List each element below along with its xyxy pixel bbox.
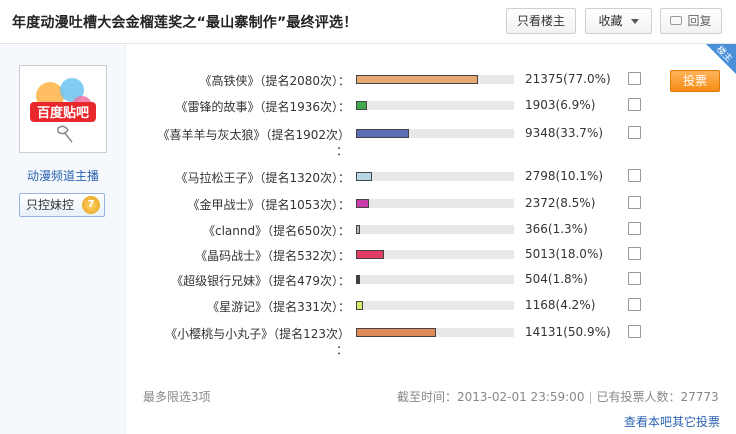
option-label: 《小樱桃与小丸子》（提名123次） [165,327,350,341]
author-panel: 百度贴吧 动漫频道主播 只控妹控 7 [0,45,126,434]
option-checkbox[interactable] [628,169,641,182]
voters-label: 已有投票人数： [596,390,681,404]
post-header: 年度动漫吐槽大会金榴莲奖之“最山寨制作”最终评选！ 只看楼主 收藏 回复 [0,0,736,44]
vote-option-row: 《星游记》（提名331次）： 1168(4.2%) [126,296,666,320]
option-label: 《喜羊羊与灰太狼》（提名1902次） [157,128,350,142]
vote-count: 14131(50.9%) [525,325,611,339]
vote-option-row: 《超级银行兄妹》（提名479次）： 504(1.8%) [126,270,666,294]
percent-bar-track [356,275,514,284]
option-label: 《金甲战士》（提名1053次）： [187,198,350,212]
vote-count: 21375(77.0%) [525,72,611,86]
favorite-button[interactable]: 收藏 [585,8,652,34]
percent-bar-track [356,199,514,208]
percent-bar-track [356,250,514,259]
reply-label: 回复 [687,14,712,28]
percent-bar-fill [356,75,478,84]
vote-option-row: 《clannd》（提名650次）： 366(1.3%) [126,220,666,244]
percent-bar-track [356,328,514,337]
deadline-text: 截至时间：2013-02-01 23:59:00 [397,390,585,404]
label-colon: ： [336,144,349,158]
option-label: 《马拉松王子》（提名1320次）： [175,171,350,185]
percent-bar-track [356,129,514,138]
vote-limit-text: 最多限选3项 [143,390,211,404]
percent-bar-track [356,172,514,181]
post-title: 年度动漫吐槽大会金榴莲奖之“最山寨制作”最终评选！ [12,15,358,31]
option-checkbox[interactable] [628,298,641,311]
percent-bar-fill [356,129,409,138]
percent-bar-fill [356,275,360,284]
option-checkbox[interactable] [628,247,641,260]
percent-bar-fill [356,250,384,259]
favorite-label: 收藏 [598,14,623,28]
vote-count: 2372(8.5%) [525,196,596,210]
option-label: 《超级银行兄妹》（提名479次）： [171,274,350,288]
vote-count: 1903(6.9%) [525,98,596,112]
author-name[interactable]: 动漫频道主播 [0,167,126,184]
member-badge[interactable]: 只控妹控 7 [19,193,105,217]
more-votes-link[interactable]: 查看本吧其它投票 [624,413,720,430]
option-checkbox[interactable] [628,98,641,111]
reply-button[interactable]: 回复 [660,8,722,34]
vote-count: 5013(18.0%) [525,247,604,261]
vote-option-row: 《晶码战士》（提名532次）： 5013(18.0%) [126,245,666,269]
vote-count: 504(1.8%) [525,272,588,286]
option-checkbox[interactable] [628,325,641,338]
vote-option-row: 《高铁侠》（提名2080次）： 21375(77.0%) [126,70,666,94]
percent-bar-track [356,301,514,310]
comment-icon [670,16,683,25]
vote-option-row: 《小樱桃与小丸子》（提名123次） ： 14131(50.9%) [126,323,666,357]
option-label: 《高铁侠》（提名2080次）： [199,74,350,88]
option-label: 《clannd》（提名650次）： [202,224,350,238]
percent-bar-track [356,225,514,234]
option-checkbox[interactable] [628,72,641,85]
option-checkbox[interactable] [628,126,641,139]
option-label: 《雷锋的故事》（提名1936次）： [175,100,350,114]
label-colon: ： [336,343,349,357]
footer-separator: | [588,390,593,404]
vote-option-row: 《马拉松王子》（提名1320次）： 2798(10.1%) [126,167,666,191]
option-label: 《晶码战士》（提名532次）： [195,249,350,263]
percent-bar-fill [356,301,363,310]
level-icon: 7 [82,196,100,214]
vote-count: 1168(4.2%) [525,298,596,312]
percent-bar-fill [356,328,436,337]
voters-count: 27773 [680,390,719,404]
option-label: 《星游记》（提名331次）： [207,300,350,314]
vote-count: 366(1.3%) [525,222,588,236]
percent-bar-track [356,101,514,110]
percent-bar-fill [356,199,369,208]
vote-meta: 截至时间：2013-02-01 23:59:00 | 已有投票人数：27773 [397,388,719,405]
vote-count: 9348(33.7%) [525,126,604,140]
chevron-down-icon [630,19,639,24]
vote-button[interactable]: 投票 [670,70,720,92]
avatar-text: 百度贴吧 [37,105,89,121]
vote-count: 2798(10.1%) [525,169,604,183]
avatar[interactable]: 百度贴吧 [19,65,107,153]
only-host-button[interactable]: 只看楼主 [506,8,576,34]
only-host-label: 只看楼主 [516,14,565,28]
option-checkbox[interactable] [628,222,641,235]
option-checkbox[interactable] [628,272,641,285]
percent-bar-fill [356,225,360,234]
vote-option-row: 《喜羊羊与灰太狼》（提名1902次） ： 9348(33.7%) [126,124,666,158]
vote-option-row: 《雷锋的故事》（提名1936次）： 1903(6.9%) [126,96,666,120]
percent-bar-fill [356,101,367,110]
percent-bar-track [356,75,514,84]
percent-bar-fill [356,172,372,181]
badge-label: 只控妹控 [26,198,75,212]
vote-option-row: 《金甲战士》（提名1053次）： 2372(8.5%) [126,194,666,218]
option-checkbox[interactable] [628,196,641,209]
